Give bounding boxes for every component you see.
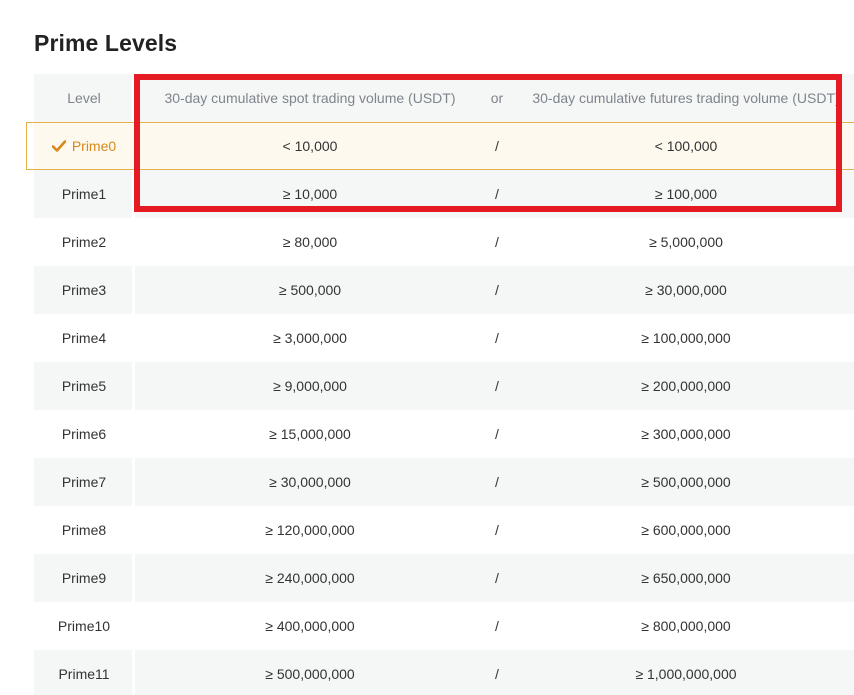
spot-volume-cell: ≥ 9,000,000 [273,378,347,394]
level-cell: Prime11 [34,666,134,682]
table-row: Prime4 ≥ 3,000,000 / ≥ 100,000,000 [34,314,854,362]
table-header-row: Level 30-day cumulative spot trading vol… [34,74,854,122]
header-spot-volume: 30-day cumulative spot trading volume (U… [164,90,456,106]
table-row: Prime11 ≥ 500,000,000 / ≥ 1,000,000,000 [34,650,854,695]
level-label: Prime11 [58,666,110,682]
level-cell: Prime3 [34,282,134,298]
spot-volume-cell: ≥ 240,000,000 [265,570,355,586]
level-label: Prime7 [61,474,107,490]
column-divider [132,170,135,218]
level-label: Prime0 [71,138,117,154]
spot-volume-cell: ≥ 500,000,000 [265,666,355,682]
level-cell: Prime8 [34,522,134,538]
column-divider [132,506,135,554]
column-divider [132,218,135,266]
or-cell: / [495,426,499,442]
or-cell: / [495,522,499,538]
level-label: Prime8 [61,522,107,538]
column-divider [132,458,135,506]
level-label: Prime5 [61,378,107,394]
spot-volume-cell: ≥ 120,000,000 [265,522,355,538]
table-row: Prime2 ≥ 80,000 / ≥ 5,000,000 [34,218,854,266]
level-cell: Prime9 [34,570,134,586]
level-label: Prime1 [61,186,107,202]
or-cell: / [495,282,499,298]
futures-volume-cell: ≥ 600,000,000 [641,522,731,538]
table-row: Prime6 ≥ 15,000,000 / ≥ 300,000,000 [34,410,854,458]
level-cell: Prime5 [34,378,134,394]
or-cell: / [495,666,499,682]
level-cell: Prime0 [34,138,134,154]
table-row: Prime10 ≥ 400,000,000 / ≥ 800,000,000 [34,602,854,650]
or-cell: / [495,378,499,394]
futures-volume-cell: ≥ 300,000,000 [641,426,731,442]
or-cell: / [495,618,499,634]
futures-volume-cell: ≥ 500,000,000 [641,474,731,490]
spot-volume-cell: ≥ 3,000,000 [273,330,347,346]
level-label: Prime3 [61,282,107,298]
level-cell: Prime6 [34,426,134,442]
futures-volume-cell: ≥ 100,000,000 [641,330,731,346]
level-label: Prime9 [61,570,107,586]
level-cell: Prime2 [34,234,134,250]
spot-volume-cell: ≥ 80,000 [282,234,338,250]
level-cell: Prime10 [34,618,134,634]
futures-volume-cell: ≥ 800,000,000 [641,618,731,634]
prime-levels-page: Prime Levels Level 30-day cumulative spo… [0,0,854,695]
checkmark-icon [51,140,66,152]
futures-volume-cell: ≥ 1,000,000,000 [635,666,737,682]
spot-volume-cell: ≥ 30,000,000 [269,474,351,490]
or-cell: / [495,474,499,490]
spot-volume-cell: ≥ 400,000,000 [265,618,355,634]
page-title: Prime Levels [34,30,178,56]
column-divider [132,554,135,602]
or-cell: / [495,570,499,586]
level-cell: Prime4 [34,330,134,346]
level-label: Prime2 [61,234,107,250]
spot-volume-cell: ≥ 10,000 [282,186,338,202]
futures-volume-cell: ≥ 200,000,000 [641,378,731,394]
level-cell: Prime7 [34,474,134,490]
table-row: Prime0 < 10,000 / < 100,000 [26,122,854,170]
or-cell: / [495,186,499,202]
level-label: Prime10 [57,618,111,634]
header-futures-volume: 30-day cumulative futures trading volume… [532,90,840,106]
column-divider [132,602,135,650]
futures-volume-cell: ≥ 100,000 [654,186,718,202]
futures-volume-cell: ≥ 5,000,000 [649,234,723,250]
table-row: Prime9 ≥ 240,000,000 / ≥ 650,000,000 [34,554,854,602]
table-body: Prime0 < 10,000 / < 100,000 Prime1 ≥ 10,000 / ≥… [26,122,854,695]
table-row: Prime8 ≥ 120,000,000 / ≥ 600,000,000 [34,506,854,554]
or-cell: / [495,138,499,154]
column-divider [132,314,135,362]
spot-volume-cell: < 10,000 [282,138,338,154]
prime-levels-table: Level 30-day cumulative spot trading vol… [26,74,854,695]
table-row: Prime7 ≥ 30,000,000 / ≥ 500,000,000 [34,458,854,506]
table-row: Prime1 ≥ 10,000 / ≥ 100,000 [34,170,854,218]
header-level: Level [67,90,101,106]
column-divider [132,650,135,695]
table-row: Prime5 ≥ 9,000,000 / ≥ 200,000,000 [34,362,854,410]
spot-volume-cell: ≥ 500,000 [278,282,342,298]
futures-volume-cell: ≥ 30,000,000 [645,282,727,298]
futures-volume-cell: < 100,000 [654,138,718,154]
column-divider [132,266,135,314]
or-cell: / [495,330,499,346]
column-divider [132,410,135,458]
spot-volume-cell: ≥ 15,000,000 [269,426,351,442]
futures-volume-cell: ≥ 650,000,000 [641,570,731,586]
level-label: Prime4 [61,330,107,346]
or-cell: / [495,234,499,250]
level-label: Prime6 [61,426,107,442]
header-or: or [490,90,504,106]
column-divider [132,74,135,122]
level-cell: Prime1 [34,186,134,202]
table-row: Prime3 ≥ 500,000 / ≥ 30,000,000 [34,266,854,314]
column-divider [132,362,135,410]
